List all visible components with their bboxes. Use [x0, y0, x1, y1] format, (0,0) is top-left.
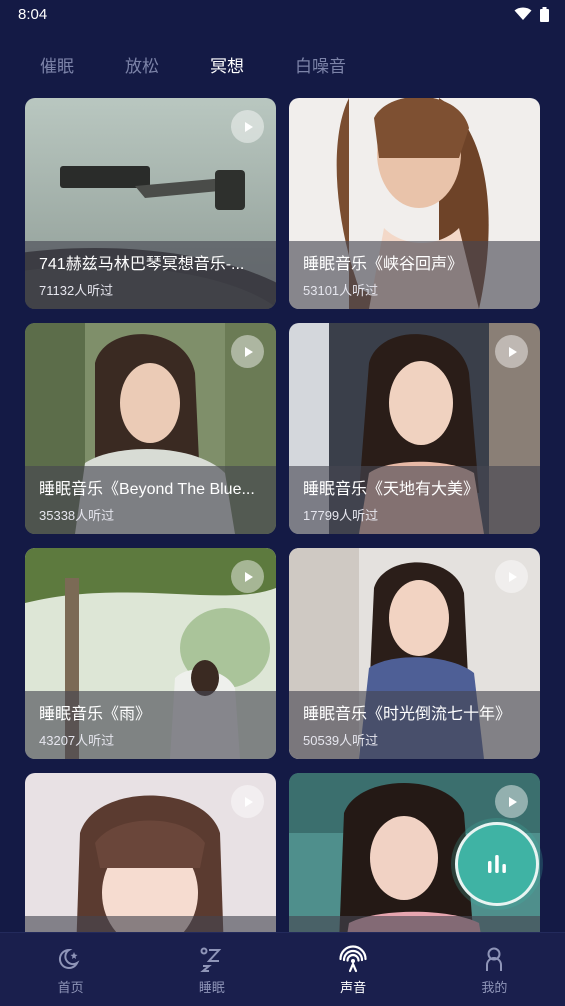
play-button[interactable]: [495, 560, 528, 593]
sound-card[interactable]: 睡眠音乐《峡谷回声》 53101人听过: [289, 98, 540, 309]
sound-card[interactable]: 741赫兹马林巴琴冥想音乐-... 71132人听过: [25, 98, 276, 309]
nav-item-profile[interactable]: 我的: [424, 933, 565, 1006]
card-info: 睡眠音乐《时光倒流七十年》 50539人听过: [289, 691, 540, 759]
card-info: 睡眠音乐《峡谷回声》 53101人听过: [289, 241, 540, 309]
equalizer-icon: [488, 855, 506, 873]
play-icon: [508, 571, 517, 582]
nav-item-sound[interactable]: 声音: [283, 933, 424, 1006]
play-icon: [244, 121, 253, 132]
tab-hypnosis[interactable]: 催眠: [40, 52, 74, 77]
play-button[interactable]: [495, 335, 528, 368]
status-icons: [514, 6, 549, 22]
sleep-z-icon: [197, 944, 227, 974]
category-tabs: 催眠 放松 冥想 白噪音: [0, 44, 565, 84]
sound-card[interactable]: 睡眠音乐《雨》 43207人听过: [25, 548, 276, 759]
bottom-nav: 首页 睡眠 声音 我的: [0, 932, 565, 1006]
nav-label: 声音: [340, 979, 367, 995]
wifi-icon: [514, 7, 532, 20]
nav-label: 睡眠: [198, 979, 225, 995]
nav-item-home[interactable]: 首页: [0, 933, 141, 1006]
card-listen-count: 53101人听过: [303, 283, 379, 298]
play-button[interactable]: [495, 785, 528, 818]
card-title: 睡眠音乐《天地有大美》: [303, 481, 480, 498]
play-icon: [244, 346, 253, 357]
play-button[interactable]: [231, 110, 264, 143]
now-playing-button[interactable]: [455, 822, 539, 906]
card-listen-count: 50539人听过: [303, 733, 379, 748]
card-info: 睡眠音乐《雨》 43207人听过: [25, 691, 276, 759]
tab-meditation[interactable]: 冥想: [210, 52, 244, 77]
nav-label: 首页: [57, 979, 84, 995]
tab-white-noise[interactable]: 白噪音: [295, 52, 346, 77]
sound-card[interactable]: 睡眠音乐《天地有大美》 17799人听过: [289, 323, 540, 534]
battery-icon: [540, 6, 549, 22]
card-title: 741赫兹马林巴琴冥想音乐-...: [39, 256, 245, 273]
card-info: 睡眠音乐《天地有大美》 17799人听过: [289, 466, 540, 534]
card-title: 睡眠音乐《雨》: [39, 706, 152, 723]
play-icon: [244, 571, 253, 582]
sound-wave-icon: [338, 944, 368, 974]
card-title: 睡眠音乐《峡谷回声》: [303, 256, 464, 273]
card-listen-count: 43207人听过: [39, 733, 115, 748]
play-icon: [508, 796, 517, 807]
card-title: 睡眠音乐《Beyond The Blue...: [39, 481, 255, 498]
play-button[interactable]: [231, 560, 264, 593]
play-button[interactable]: [231, 335, 264, 368]
moon-star-icon: [56, 944, 86, 974]
nav-item-sleep[interactable]: 睡眠: [141, 933, 282, 1006]
play-icon: [508, 346, 517, 357]
card-info: 睡眠音乐《Beyond The Blue... 35338人听过: [25, 466, 276, 534]
card-listen-count: 71132人听过: [39, 283, 114, 298]
status-bar: 8:04: [0, 0, 565, 28]
card-title: 睡眠音乐《时光倒流七十年》: [303, 706, 512, 723]
card-listen-count: 35338人听过: [39, 508, 115, 523]
nav-label: 我的: [481, 979, 508, 995]
play-icon: [244, 796, 253, 807]
tab-relax[interactable]: 放松: [125, 52, 159, 77]
card-listen-count: 17799人听过: [303, 508, 379, 523]
status-time: 8:04: [18, 5, 48, 23]
sound-card[interactable]: 睡眠音乐《时光倒流七十年》 50539人听过: [289, 548, 540, 759]
play-button[interactable]: [231, 785, 264, 818]
person-icon: [479, 944, 509, 974]
sound-card[interactable]: 睡眠音乐《Beyond The Blue... 35338人听过: [25, 323, 276, 534]
card-info: 741赫兹马林巴琴冥想音乐-... 71132人听过: [25, 241, 276, 309]
